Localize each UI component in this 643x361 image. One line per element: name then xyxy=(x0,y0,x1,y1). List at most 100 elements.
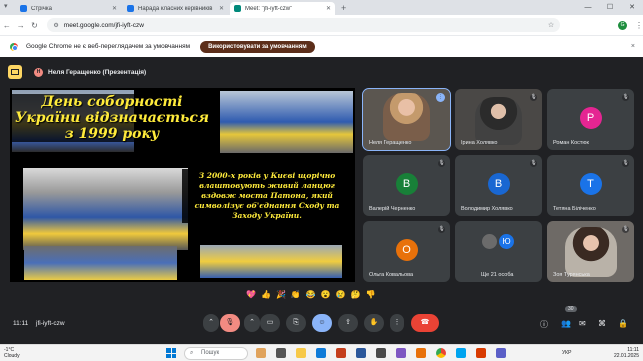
microphone-off-button[interactable]: 🎙 xyxy=(220,314,240,332)
classroom-icon xyxy=(20,5,27,12)
task-view-icon[interactable] xyxy=(276,348,286,358)
slide-photo-flag xyxy=(220,91,353,153)
presenter-avatar: Н xyxy=(34,67,43,77)
reaction-thumbs-down[interactable]: 👎 xyxy=(366,289,376,301)
participant-name: Ольга Ковальова xyxy=(369,272,413,278)
url-text: meet.google.com/jfi-iyft-czw xyxy=(63,21,144,29)
mic-off-icon: 🎙 xyxy=(438,226,445,233)
browser-tab-strip: ▾ Стрічка ✕ Нарада класних керівників ✕ … xyxy=(0,0,643,15)
info-icon[interactable]: ⓘ xyxy=(540,319,548,330)
office-icon[interactable] xyxy=(336,348,346,358)
close-tab-icon[interactable]: ✕ xyxy=(219,5,224,12)
close-tab-icon[interactable]: ✕ xyxy=(326,5,331,12)
tab-meet[interactable]: Meet: "jfi-iyft-czw" ✕ xyxy=(230,2,335,15)
close-window-icon[interactable]: ✕ xyxy=(621,0,643,15)
maximize-icon[interactable]: ☐ xyxy=(599,0,621,15)
slide-photo-flags xyxy=(200,245,342,278)
clock-date: 22.01.2025 xyxy=(613,353,639,359)
more-participants-label: Ще 21 особа xyxy=(481,272,514,278)
participant-tile[interactable]: 🎙 Ірина Холявко xyxy=(455,89,542,150)
reaction-surprised[interactable]: 😮 xyxy=(321,289,331,301)
participant-avatar: Ю xyxy=(499,234,514,249)
meet-icon xyxy=(234,5,241,12)
omnibox[interactable]: ⚙ meet.google.com/jfi-iyft-czw ☆ xyxy=(47,18,561,32)
present-button[interactable]: ⇪ xyxy=(338,314,358,332)
participant-avatar: В xyxy=(395,173,418,196)
set-default-button[interactable]: Використовувати за умовчанням xyxy=(200,40,315,53)
reaction-clap[interactable]: 👏 xyxy=(291,289,301,301)
widgets-icon[interactable] xyxy=(256,348,266,358)
audio-options-button[interactable]: ⌃ xyxy=(203,314,219,332)
store-icon[interactable] xyxy=(376,348,386,358)
tab-feed[interactable]: Стрічка ✕ xyxy=(16,2,121,15)
app-icon[interactable] xyxy=(456,348,466,358)
participant-name: Володимир Холявко xyxy=(461,206,513,212)
participant-thumbnail xyxy=(482,234,497,249)
teams-icon[interactable] xyxy=(496,348,506,358)
audio-level-icon: ⋮ xyxy=(436,93,445,102)
mic-off-icon: 🎙 xyxy=(622,94,629,101)
participant-video xyxy=(475,97,522,145)
participant-tile[interactable]: В 🎙 Валерій Черненко xyxy=(363,155,450,216)
participant-tile[interactable]: В 🎙 Володимир Холявко xyxy=(455,155,542,216)
kebab-menu-icon[interactable]: ⋮ xyxy=(635,21,643,30)
participant-tile[interactable]: Т 🎙 Тетяна Біліченко xyxy=(547,155,634,216)
language-indicator[interactable]: УКР xyxy=(562,350,571,356)
more-participants-tile[interactable]: Ю Ще 21 особа xyxy=(455,221,542,282)
bookmark-star-icon[interactable]: ☆ xyxy=(548,21,554,29)
close-tab-icon[interactable]: ✕ xyxy=(112,5,117,12)
more-options-button[interactable]: ⋮ xyxy=(390,314,404,332)
chat-icon[interactable]: ✉ xyxy=(579,319,586,328)
reaction-heart[interactable]: 💖 xyxy=(246,289,256,301)
host-controls-icon[interactable]: 🔒 xyxy=(618,319,628,328)
infobar-message: Google Chrome не є веб-переглядачем за у… xyxy=(26,43,191,50)
search-placeholder: Пошук xyxy=(201,350,220,356)
chrome-taskbar-icon[interactable] xyxy=(436,348,446,358)
reaction-sad[interactable]: 😢 xyxy=(336,289,346,301)
present-screen-icon[interactable] xyxy=(8,65,22,79)
reaction-thinking[interactable]: 🤔 xyxy=(351,289,361,301)
video-options-button[interactable]: ⌃ xyxy=(244,314,260,332)
presenter-bar: Н Неля Геращенко (Презентація) xyxy=(8,65,146,79)
default-browser-infobar: Google Chrome не є веб-переглядачем за у… xyxy=(0,35,643,57)
minimize-icon[interactable]: — xyxy=(577,0,599,15)
reaction-thumbs-up[interactable]: 👍 xyxy=(261,289,271,301)
captions-button[interactable]: ⎘ xyxy=(286,314,306,332)
activities-icon[interactable]: ⌘ xyxy=(598,319,606,328)
tab-meeting-notes[interactable]: Нарада класних керівників ✕ xyxy=(123,2,228,15)
participant-tile[interactable]: О 🎙 Ольга Ковальова xyxy=(363,221,450,282)
reload-icon[interactable]: ↻ xyxy=(28,21,42,30)
reaction-party[interactable]: 🎉 xyxy=(276,289,286,301)
participant-tile[interactable]: ⋮ Неля Геращенко xyxy=(362,88,451,151)
weather-widget[interactable]: -1°C Cloudy xyxy=(4,347,20,359)
camera-button[interactable]: ▭ xyxy=(260,314,280,332)
tab-title: Meet: "jfi-iyft-czw" xyxy=(245,5,293,12)
reactions-button[interactable]: ☺ xyxy=(312,314,332,332)
profile-avatar[interactable]: G xyxy=(618,20,627,30)
site-info-icon[interactable]: ⚙ xyxy=(53,22,58,29)
screen: ▾ Стрічка ✕ Нарада класних керівників ✕ … xyxy=(0,0,643,361)
app-icon[interactable] xyxy=(396,348,406,358)
new-tab-button[interactable]: + xyxy=(341,2,346,15)
close-infobar-icon[interactable]: × xyxy=(631,43,635,50)
word-icon[interactable] xyxy=(356,348,366,358)
participant-tile[interactable]: 🎙 Зоя Турянська xyxy=(547,221,634,282)
people-icon[interactable]: 👥 xyxy=(561,319,571,328)
back-icon[interactable]: ← xyxy=(0,21,14,30)
powerpoint-icon[interactable] xyxy=(476,348,486,358)
system-clock[interactable]: 11:11 22.01.2025 xyxy=(614,347,639,359)
taskbar-search[interactable]: ⌕ Пошук xyxy=(184,347,248,360)
leave-call-button[interactable]: ☎ xyxy=(411,314,439,332)
participant-video xyxy=(383,93,430,141)
raise-hand-button[interactable]: ✋ xyxy=(364,314,384,332)
meet-window: Н Неля Геращенко (Презентація) День собо… xyxy=(0,57,643,344)
edge-icon[interactable] xyxy=(316,348,326,358)
start-button[interactable] xyxy=(166,348,176,358)
participant-tile[interactable]: Р 🎙 Роман Костюк xyxy=(547,89,634,150)
file-explorer-icon[interactable] xyxy=(296,348,306,358)
reaction-laugh[interactable]: 😂 xyxy=(306,289,316,301)
forward-icon[interactable]: → xyxy=(14,21,28,30)
app-icon[interactable] xyxy=(416,348,426,358)
tab-search-icon[interactable]: ▾ xyxy=(4,2,13,11)
chrome-icon xyxy=(10,42,18,51)
